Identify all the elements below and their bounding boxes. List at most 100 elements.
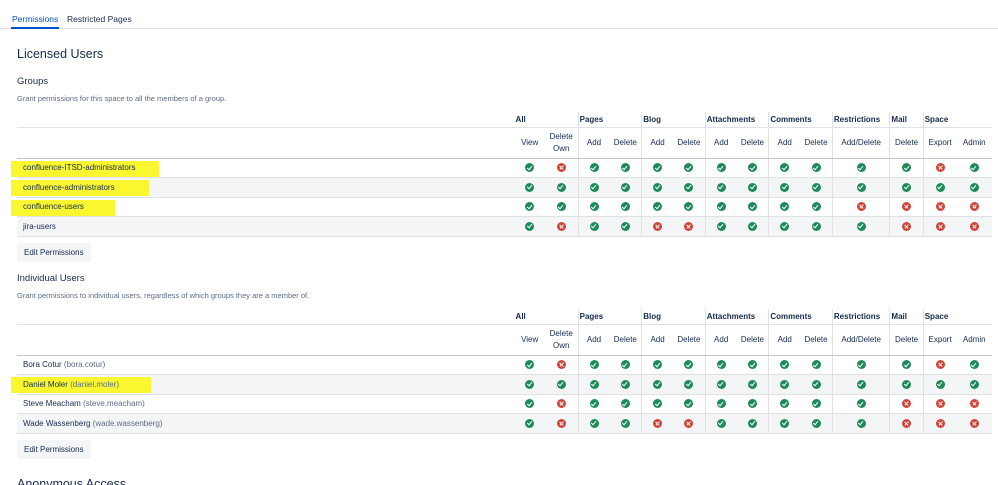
cross-circle-icon bbox=[556, 163, 566, 173]
users-permission-table: All Pages Blog Attachments Comments Restricti… bbox=[11, 309, 992, 434]
group-name: confluence-users bbox=[23, 202, 84, 212]
permission-cell bbox=[768, 355, 801, 375]
check-circle-icon bbox=[684, 360, 694, 370]
permission-cell bbox=[641, 374, 673, 395]
permission-cell bbox=[544, 216, 579, 237]
cross-circle-icon bbox=[856, 202, 866, 212]
column-group-attachments: Attachments bbox=[704, 112, 769, 128]
permission-cell bbox=[768, 158, 801, 178]
permission-cell bbox=[609, 177, 642, 198]
group-row: confluence-users bbox=[11, 197, 992, 217]
permission-cell bbox=[922, 374, 957, 395]
cross-circle-icon bbox=[935, 163, 945, 173]
permission-cell bbox=[889, 355, 924, 375]
user-username: (bora.cotur) bbox=[63, 360, 106, 370]
check-circle-icon bbox=[589, 399, 599, 409]
column-header-add: Add bbox=[641, 324, 673, 356]
permission-cell bbox=[768, 413, 801, 434]
group-name: confluence-ITSD-administrators bbox=[23, 163, 136, 173]
check-circle-icon bbox=[856, 182, 866, 192]
permission-cell bbox=[704, 216, 737, 237]
permission-cell bbox=[704, 177, 737, 198]
check-circle-icon bbox=[856, 379, 866, 389]
permission-cell bbox=[831, 355, 890, 375]
permission-cell bbox=[577, 374, 610, 395]
cross-circle-icon bbox=[556, 399, 566, 409]
permission-cell bbox=[800, 413, 833, 434]
check-circle-icon bbox=[780, 202, 790, 212]
permission-cell bbox=[956, 374, 992, 395]
permission-cell bbox=[768, 374, 801, 395]
permission-cell bbox=[514, 197, 545, 217]
check-circle-icon bbox=[589, 221, 599, 231]
column-header-delete: Delete bbox=[672, 127, 706, 159]
check-circle-icon bbox=[811, 418, 821, 428]
column-header-delete-own: Delete Own bbox=[544, 127, 579, 159]
permission-cell bbox=[831, 374, 890, 395]
permission-cell bbox=[544, 394, 579, 414]
group-name-cell: confluence-administrators bbox=[11, 177, 515, 198]
user-name-cell: Bora Cotur (bora.cotur) bbox=[17, 355, 515, 375]
permission-cell bbox=[800, 197, 833, 217]
permission-cell bbox=[889, 394, 924, 414]
check-circle-icon bbox=[811, 163, 821, 173]
column-header-add: Add bbox=[768, 127, 801, 159]
check-circle-icon bbox=[716, 163, 726, 173]
column-header-delete: Delete bbox=[736, 324, 769, 356]
edit-group-permissions-button[interactable]: Edit Permissions bbox=[17, 243, 91, 262]
permission-cell bbox=[922, 394, 957, 414]
column-group-blog: Blog bbox=[641, 112, 706, 128]
column-header-add: Add bbox=[704, 127, 737, 159]
permission-cell bbox=[889, 158, 924, 178]
check-circle-icon bbox=[620, 418, 630, 428]
permission-cell bbox=[831, 394, 890, 414]
check-circle-icon bbox=[525, 163, 535, 173]
check-circle-icon bbox=[856, 221, 866, 231]
permission-cell bbox=[704, 158, 737, 178]
permission-cell bbox=[544, 413, 579, 434]
check-circle-icon bbox=[902, 379, 912, 389]
permission-cell bbox=[704, 374, 737, 395]
user-username: (daniel.moler) bbox=[70, 379, 120, 389]
cross-circle-icon bbox=[969, 399, 979, 409]
permission-cell bbox=[736, 355, 769, 375]
check-circle-icon bbox=[811, 202, 821, 212]
check-circle-icon bbox=[780, 399, 790, 409]
cross-circle-icon bbox=[969, 202, 979, 212]
tab-permissions[interactable]: Permissions bbox=[10, 14, 60, 29]
check-circle-icon bbox=[653, 182, 663, 192]
column-group-comments: Comments bbox=[768, 112, 833, 128]
column-group-mail: Mail bbox=[889, 112, 924, 128]
check-circle-icon bbox=[620, 202, 630, 212]
permission-cell bbox=[889, 216, 924, 237]
check-circle-icon bbox=[747, 182, 757, 192]
check-circle-icon bbox=[589, 418, 599, 428]
check-circle-icon bbox=[589, 202, 599, 212]
permission-cell bbox=[922, 177, 957, 198]
edit-user-permissions-button[interactable]: Edit Permissions bbox=[17, 440, 91, 459]
cross-circle-icon bbox=[556, 418, 566, 428]
column-header-view: View bbox=[514, 127, 545, 159]
cross-circle-icon bbox=[935, 221, 945, 231]
check-circle-icon bbox=[716, 418, 726, 428]
permission-cell bbox=[768, 177, 801, 198]
column-header-admin: Admin bbox=[956, 324, 992, 356]
user-row: Bora Cotur (bora.cotur) bbox=[17, 355, 992, 375]
column-group-mail: Mail bbox=[889, 309, 924, 325]
check-circle-icon bbox=[620, 379, 630, 389]
user-display-name: Daniel Moler bbox=[23, 379, 68, 389]
permission-cell bbox=[736, 394, 769, 414]
cross-circle-icon bbox=[935, 418, 945, 428]
permission-cell bbox=[672, 355, 706, 375]
check-circle-icon bbox=[525, 360, 535, 370]
check-circle-icon bbox=[653, 202, 663, 212]
permission-cell bbox=[922, 197, 957, 217]
column-header-export: Export bbox=[922, 324, 957, 356]
permission-cell bbox=[800, 177, 833, 198]
user-username: (steve.meacham) bbox=[83, 399, 145, 409]
permission-cell bbox=[609, 374, 642, 395]
permission-cell bbox=[577, 216, 610, 237]
permission-cell bbox=[956, 413, 992, 434]
tab-restricted-pages[interactable]: Restricted Pages bbox=[67, 14, 132, 24]
permission-cell bbox=[736, 197, 769, 217]
